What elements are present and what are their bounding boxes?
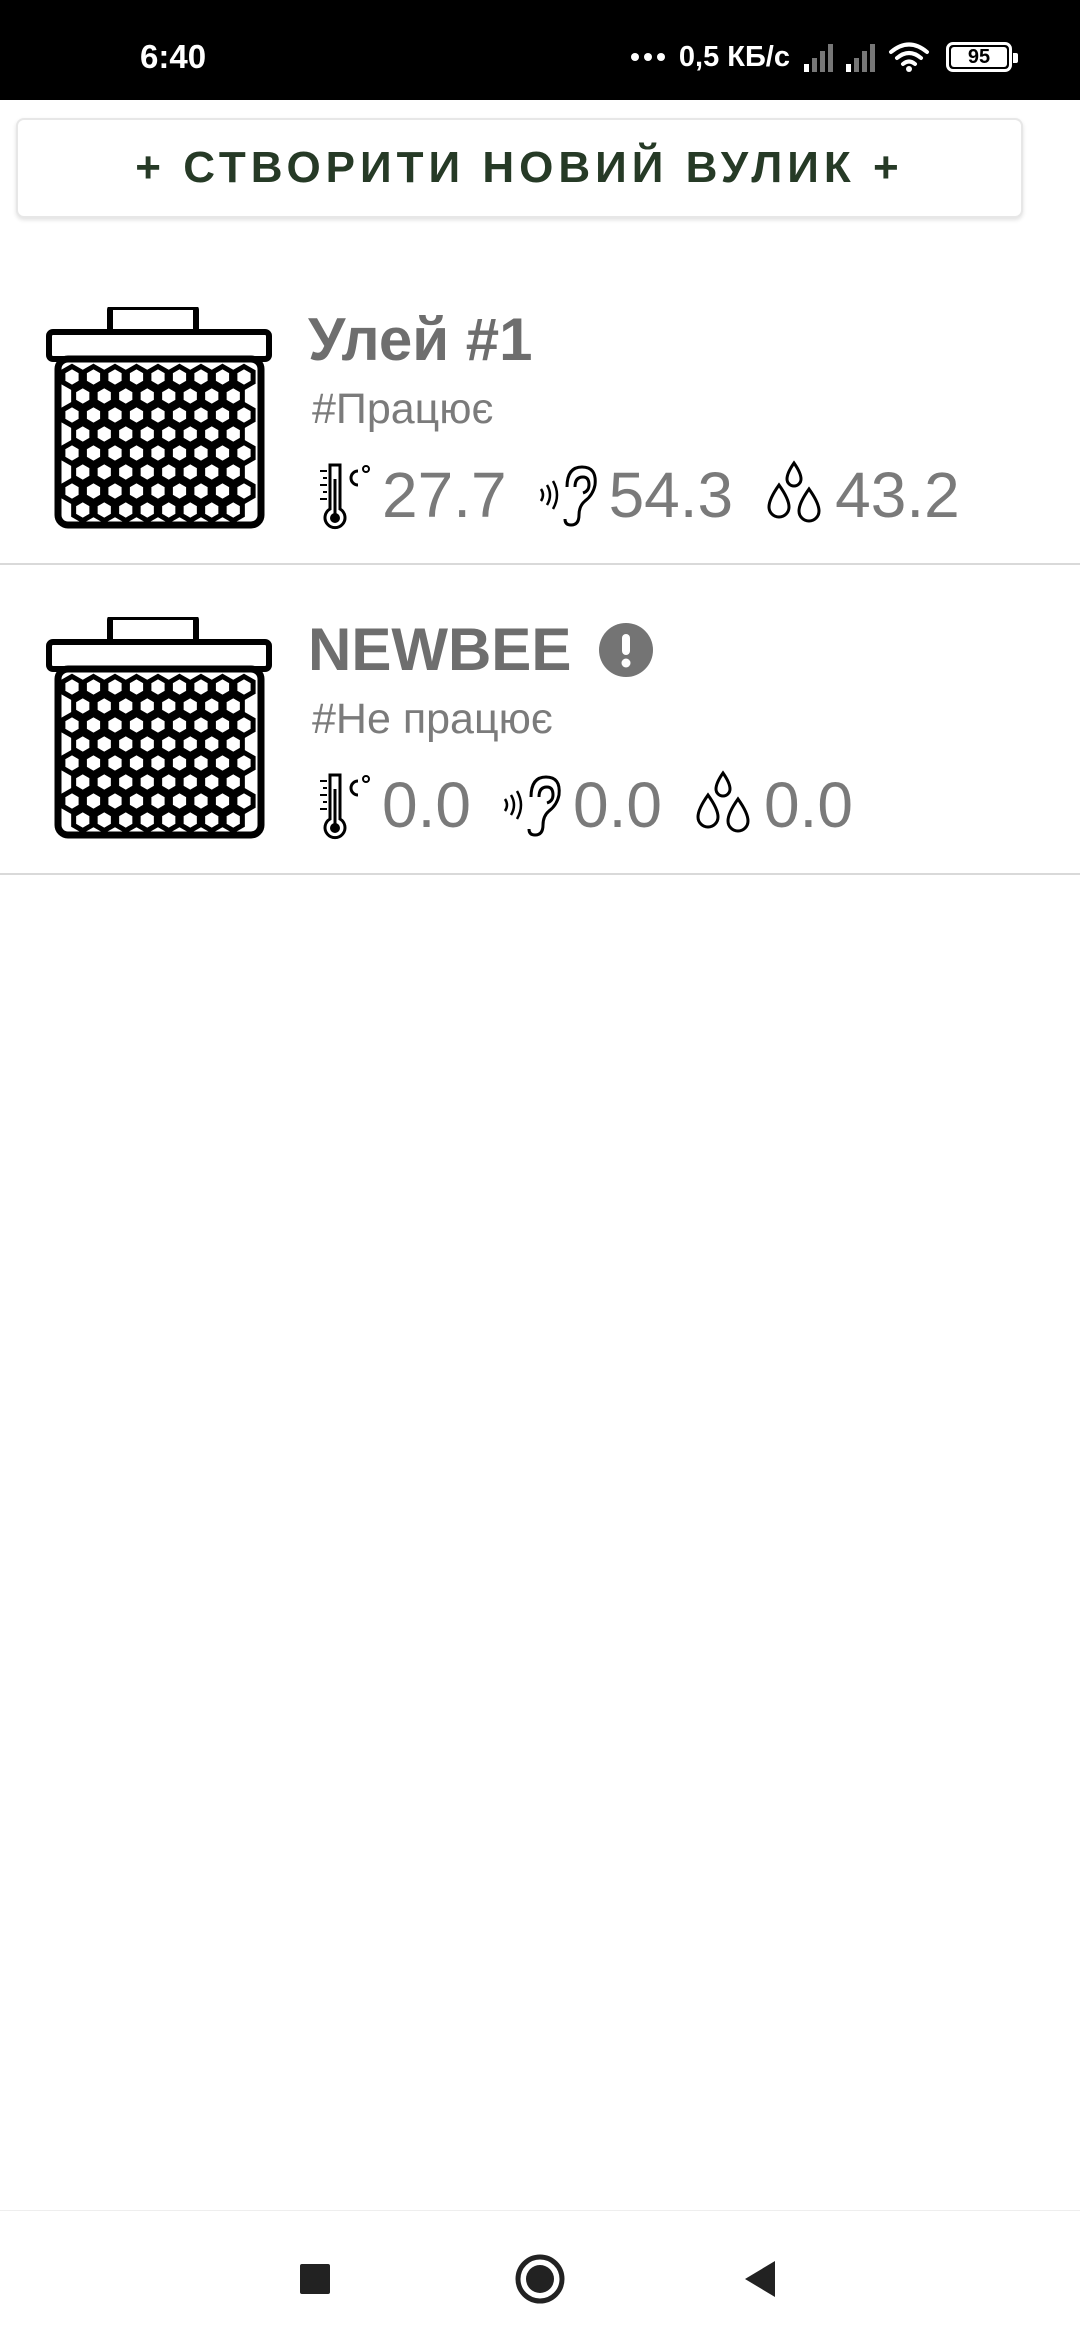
temperature-value: 27.7 bbox=[382, 459, 507, 531]
beehive-icon bbox=[46, 307, 274, 529]
humidity-value: 0.0 bbox=[763, 769, 853, 841]
hive-list: Улей #1 #Працює 27.7 54.3 43.2 NEWBEE #Н… bbox=[0, 255, 1080, 875]
hive-status: #Не працює bbox=[312, 695, 553, 743]
beehive-icon bbox=[46, 617, 274, 839]
hive-status: #Працює bbox=[312, 385, 494, 433]
humidity-metric: 0.0 bbox=[692, 768, 853, 842]
temperature-metric: 0.0 bbox=[314, 768, 471, 842]
sound-value: 54.3 bbox=[608, 459, 734, 531]
hive-metrics: 0.0 0.0 0.0 bbox=[314, 765, 883, 845]
status-bar: 6:40 0,5 КБ/с 95 bbox=[0, 0, 1080, 100]
network-speed: 0,5 КБ/с bbox=[678, 40, 790, 73]
triangle-back-icon[interactable] bbox=[730, 2249, 790, 2309]
hive-name: Улей #1 bbox=[308, 306, 533, 373]
create-hive-button[interactable]: + СТВОРИТИ НОВИЙ ВУЛИК + bbox=[16, 118, 1023, 218]
sound-metric: 54.3 bbox=[537, 458, 734, 532]
signal-1-icon bbox=[804, 44, 833, 72]
navigation-bar bbox=[0, 2210, 1080, 2340]
ear-sound-icon bbox=[503, 775, 561, 837]
temperature-metric: 27.7 bbox=[314, 458, 507, 532]
humidity-metric: 43.2 bbox=[763, 458, 960, 532]
status-time: 6:40 bbox=[140, 38, 207, 75]
thermometer-icon bbox=[320, 463, 370, 530]
exclamation-circle-icon bbox=[599, 622, 654, 677]
water-drops-icon bbox=[767, 460, 821, 523]
wifi-icon bbox=[889, 42, 929, 72]
hive-list-item[interactable]: Улей #1 #Працює 27.7 54.3 43.2 bbox=[0, 255, 1080, 565]
thermometer-icon bbox=[320, 773, 370, 840]
hive-name: NEWBEE bbox=[308, 616, 572, 683]
sound-metric: 0.0 bbox=[501, 768, 662, 842]
sound-value: 0.0 bbox=[572, 769, 662, 841]
circle-home-icon[interactable] bbox=[510, 2249, 570, 2309]
hive-list-item[interactable]: NEWBEE #Не працює 0.0 0.0 0.0 bbox=[0, 565, 1080, 875]
status-icons: 0,5 КБ/с 95 bbox=[630, 40, 1018, 73]
water-drops-icon bbox=[696, 770, 750, 833]
hive-title-row: NEWBEE bbox=[308, 615, 654, 684]
signal-2-icon bbox=[846, 44, 875, 72]
battery-icon: 95 bbox=[946, 42, 1018, 72]
app-screen: 6:40 0,5 КБ/с 95 + СТВОРИТИ НОВИЙ ВУЛИК … bbox=[0, 0, 1080, 2340]
battery-level-text: 95 bbox=[967, 45, 991, 68]
more-dots-icon bbox=[630, 53, 665, 61]
hive-title-row: Улей #1 bbox=[308, 305, 533, 374]
hive-metrics: 27.7 54.3 43.2 bbox=[314, 455, 990, 535]
ear-sound-icon bbox=[539, 465, 597, 527]
temperature-value: 0.0 bbox=[382, 769, 471, 841]
humidity-value: 43.2 bbox=[835, 459, 960, 531]
square-recent-apps-icon[interactable] bbox=[285, 2249, 345, 2309]
